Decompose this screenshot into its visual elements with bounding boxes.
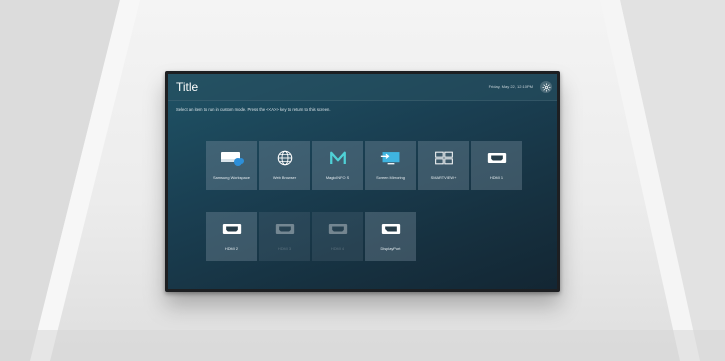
tile-hdmi-2[interactable]: HDMI 2 (206, 212, 257, 261)
displayport-icon (381, 224, 400, 234)
settings-button[interactable] (540, 81, 552, 93)
tile-label: HDMI 3 (277, 246, 292, 251)
hdmi-port-icon (328, 224, 347, 234)
gear-icon (541, 82, 551, 92)
tile-web-browser[interactable]: Web Browser (259, 141, 310, 190)
tile-row-2: HDMI 2 HDMI 3 HDMI 4 DisplayPort (206, 212, 526, 261)
tile-label: HDMI 2 (224, 246, 239, 251)
hdmi-port-icon (487, 153, 506, 163)
tv-screen: Title Friday, May 22, 12:10PM Select an … (168, 74, 557, 289)
magicinfo-logo-icon (329, 151, 346, 164)
top-bar: Title Friday, May 22, 12:10PM (168, 74, 557, 101)
tile-label: MagicINFO S (325, 175, 350, 180)
tile-displayport[interactable]: DisplayPort (365, 212, 416, 261)
tile-label: DisplayPort (380, 246, 401, 251)
datetime-text: Friday, May 22, 12:10PM (488, 84, 533, 89)
cloud-workspace-icon (220, 152, 244, 166)
tile-label: Web Browser (272, 175, 297, 180)
tile-screen-mirroring[interactable]: Screen Mirroring (365, 141, 416, 190)
hdmi-port-icon (275, 224, 294, 234)
instruction-text: Select an item to run in custom mode. Pr… (176, 107, 331, 112)
tile-magicinfo[interactable]: MagicINFO S (312, 141, 363, 190)
source-tiles: Samsung Workspace Web Browser MagicINFO … (206, 141, 526, 283)
tile-label: HDMI 1 (489, 175, 504, 180)
screen-mirroring-icon (380, 152, 399, 165)
tile-hdmi-1[interactable]: HDMI 1 (471, 141, 522, 190)
tile-samsung-workspace[interactable]: Samsung Workspace (206, 141, 257, 190)
page-title: Title (176, 80, 199, 94)
tile-label: Samsung Workspace (213, 175, 250, 180)
tile-hdmi-3[interactable]: HDMI 3 (259, 212, 310, 261)
tile-label: SMARTVIEW+ (430, 175, 457, 180)
tv-bezel: Title Friday, May 22, 12:10PM Select an … (165, 71, 560, 292)
tile-hdmi-4[interactable]: HDMI 4 (312, 212, 363, 261)
tile-row-1: Samsung Workspace Web Browser MagicINFO … (206, 141, 526, 190)
tile-smartview[interactable]: SMARTVIEW+ (418, 141, 469, 190)
globe-icon (277, 150, 292, 166)
tile-label: HDMI 4 (330, 246, 345, 251)
tile-label: Screen Mirroring (376, 175, 405, 180)
hdmi-port-icon (222, 224, 241, 234)
grid-icon (434, 151, 453, 165)
